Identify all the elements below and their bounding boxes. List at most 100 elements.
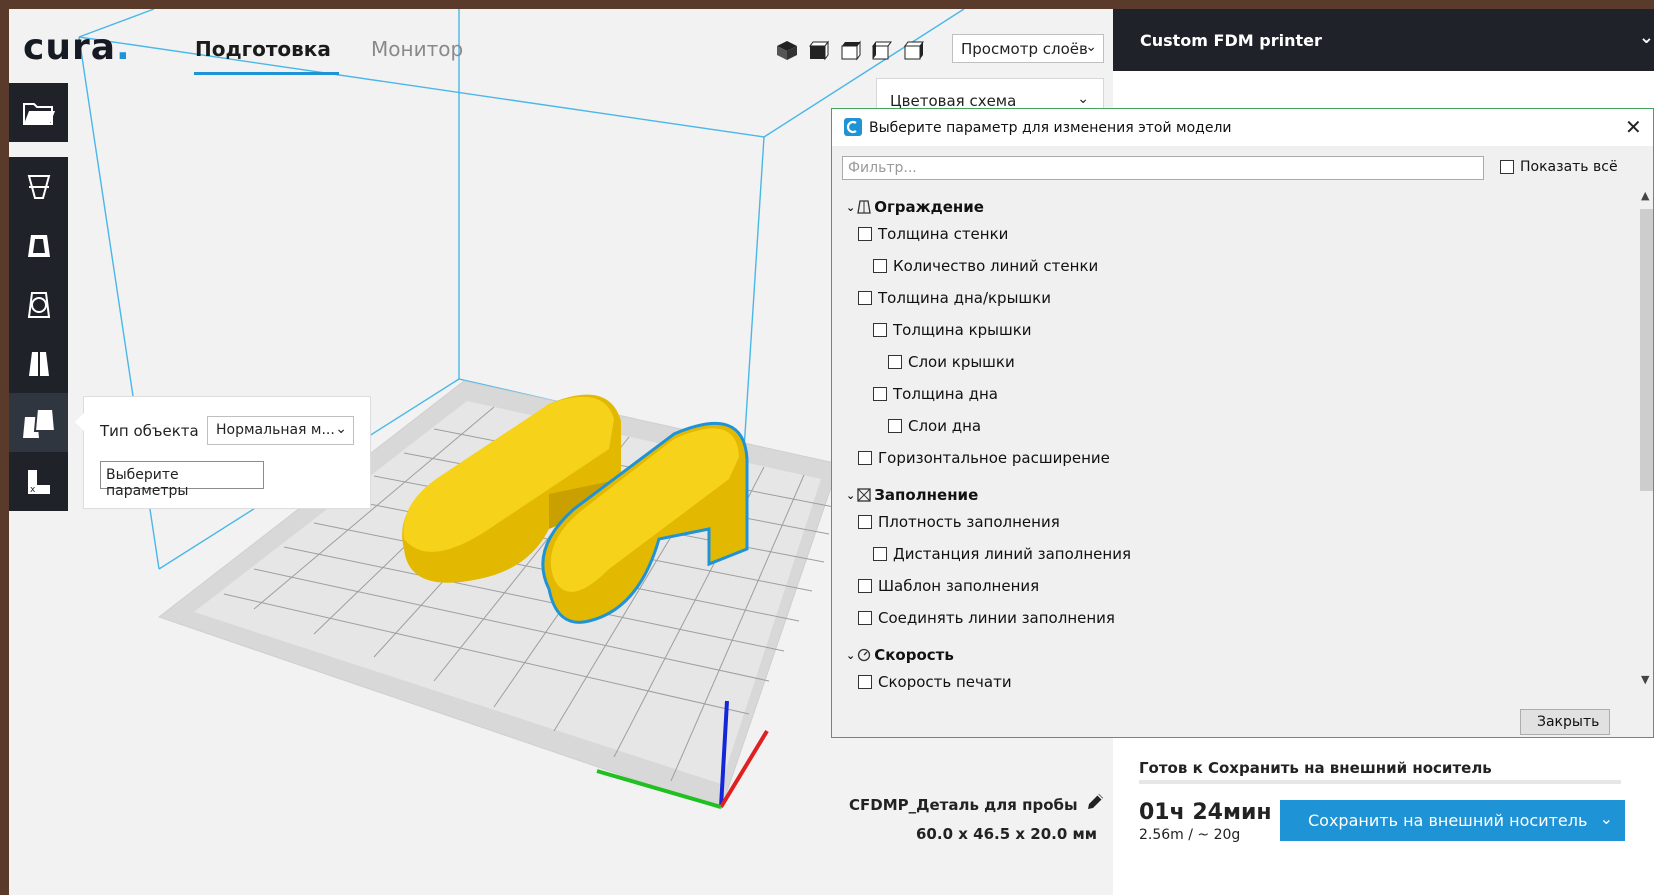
- checkbox[interactable]: [858, 227, 872, 241]
- setting-label: Шаблон заполнения: [878, 577, 1040, 595]
- support-blocker-button[interactable]: x: [9, 452, 68, 511]
- scale-tool-button[interactable]: [9, 216, 68, 275]
- setting-connect-infill-lines[interactable]: Соединять линии заполнения: [858, 607, 1115, 629]
- setting-label: Слои крышки: [908, 353, 1015, 371]
- setting-infill-pattern[interactable]: Шаблон заполнения: [858, 575, 1039, 597]
- checkbox[interactable]: [873, 387, 887, 401]
- rotate-tool-button[interactable]: [9, 275, 68, 334]
- tab-prepare[interactable]: Подготовка: [195, 37, 331, 61]
- setting-label: Плотность заполнения: [878, 513, 1060, 531]
- material-usage: 2.56m / ~ 20g: [1139, 827, 1241, 843]
- setting-horizontal-expansion[interactable]: Горизонтальное расширение: [858, 447, 1110, 469]
- scroll-thumb[interactable]: [1640, 209, 1653, 491]
- filter-input[interactable]: Фильтр...: [842, 156, 1484, 180]
- print-time: 01ч 24мин: [1139, 800, 1272, 825]
- shell-icon: [857, 200, 871, 214]
- checkbox[interactable]: [858, 611, 872, 625]
- object-type-label: Тип объекта: [100, 422, 199, 440]
- setting-wall-line-count[interactable]: Количество линий стенки: [873, 255, 1098, 277]
- chevron-down-icon: ⌄: [1638, 27, 1654, 48]
- view-mode-dropdown[interactable]: Просмотр слоёв ⌄: [952, 34, 1104, 63]
- chevron-down-icon: ⌄: [846, 200, 856, 214]
- checkbox[interactable]: [858, 515, 872, 529]
- setting-infill-density[interactable]: Плотность заполнения: [858, 511, 1060, 533]
- setting-label: Слои дна: [908, 417, 982, 435]
- checkbox[interactable]: [858, 675, 872, 689]
- setting-wall-thickness[interactable]: Толщина стенки: [858, 223, 1008, 245]
- per-model-settings-icon: [22, 407, 56, 438]
- rotate-tool-icon: [27, 291, 50, 318]
- open-file-button[interactable]: [9, 83, 68, 142]
- model-dimensions: 60.0 x 46.5 x 20.0 мм: [916, 825, 1098, 843]
- checkbox[interactable]: [858, 451, 872, 465]
- view-top-icon[interactable]: [839, 39, 863, 61]
- checkbox[interactable]: [888, 355, 902, 369]
- dialog-scrollbar[interactable]: ▲ ▼: [1638, 189, 1653, 687]
- setting-label: Количество линий стенки: [893, 257, 1099, 275]
- tab-underline: [194, 72, 339, 75]
- setting-label: Толщина дна/крышки: [878, 289, 1051, 307]
- setting-top-bottom-thickness[interactable]: Толщина дна/крышки: [858, 287, 1051, 309]
- setting-bottom-layers[interactable]: Слои дна: [888, 415, 981, 437]
- setting-label: Толщина стенки: [878, 225, 1009, 243]
- setting-print-speed[interactable]: Скорость печати: [858, 671, 1012, 693]
- printer-selector[interactable]: Custom FDM printer ⌄: [1113, 9, 1654, 71]
- setting-top-thickness[interactable]: Толщина крышки: [873, 319, 1032, 341]
- setting-label: Толщина крышки: [893, 321, 1032, 339]
- section-infill[interactable]: ⌄ Заполнение: [846, 484, 978, 506]
- checkbox[interactable]: [873, 259, 887, 273]
- close-icon[interactable]: ✕: [1625, 115, 1642, 139]
- view-left-icon[interactable]: [870, 39, 894, 61]
- move-tool-icon: [27, 174, 50, 199]
- show-all-label: Показать всё: [1520, 159, 1618, 175]
- progress-track: [1139, 780, 1621, 784]
- section-shell[interactable]: ⌄ Ограждение: [846, 196, 984, 218]
- svg-text:x: x: [30, 485, 36, 495]
- section-label: Скорость: [874, 646, 954, 664]
- mirror-tool-icon: [28, 351, 49, 376]
- edit-pencil-icon[interactable]: [1085, 792, 1105, 812]
- chevron-down-icon: ⌄: [1077, 91, 1089, 107]
- cura-window: cura. Подготовка Монитор Просмотр слоёв …: [9, 9, 1654, 895]
- chevron-down-icon: ⌄: [846, 648, 856, 662]
- tab-monitor[interactable]: Монитор: [371, 37, 463, 61]
- open-file-icon: [22, 102, 55, 125]
- job-name[interactable]: CFDMP_Деталь для пробы: [849, 796, 1078, 814]
- setting-label: Скорость печати: [878, 673, 1012, 691]
- mirror-tool-button[interactable]: [9, 334, 68, 393]
- view-right-icon[interactable]: [902, 39, 926, 61]
- setting-bottom-thickness[interactable]: Толщина дна: [873, 383, 998, 405]
- show-all-checkbox-box[interactable]: [1500, 160, 1514, 174]
- checkbox[interactable]: [858, 291, 872, 305]
- dialog-title: Выберите параметр для изменения этой мод…: [869, 120, 1232, 136]
- chevron-down-icon[interactable]: ▼: [1641, 673, 1649, 686]
- setting-label: Соединять линии заполнения: [878, 609, 1115, 627]
- move-tool-button[interactable]: [9, 157, 68, 216]
- setting-label: Горизонтальное расширение: [878, 449, 1110, 467]
- checkbox[interactable]: [873, 547, 887, 561]
- popup-arrow: [75, 413, 84, 431]
- setting-picker-dialog: Выберите параметр для изменения этой мод…: [831, 108, 1654, 738]
- dialog-titlebar: Выберите параметр для изменения этой мод…: [832, 109, 1653, 146]
- save-to-removable-button[interactable]: Сохранить на внешний носитель ⌄: [1280, 800, 1625, 841]
- object-type-value: Нормальная м...: [216, 422, 335, 438]
- chevron-up-icon[interactable]: ▲: [1641, 189, 1649, 202]
- checkbox[interactable]: [873, 323, 887, 337]
- setting-infill-line-distance[interactable]: Дистанция линий заполнения: [873, 543, 1131, 565]
- per-model-settings-button[interactable]: [9, 393, 68, 452]
- view-3d-icon[interactable]: [775, 39, 799, 61]
- section-label: Ограждение: [874, 198, 984, 216]
- section-speed[interactable]: ⌄ Скорость: [846, 644, 954, 666]
- select-settings-button[interactable]: Выберите параметры: [100, 461, 264, 499]
- speed-icon: [858, 648, 871, 662]
- checkbox[interactable]: [888, 419, 902, 433]
- checkbox[interactable]: [858, 579, 872, 593]
- chevron-down-icon: ⌄: [1085, 39, 1097, 55]
- object-type-dropdown[interactable]: Нормальная м... ⌄: [207, 416, 354, 445]
- dialog-close-button[interactable]: Закрыть: [1520, 709, 1610, 735]
- show-all-checkbox[interactable]: Показать всё: [1500, 159, 1618, 175]
- chevron-down-icon[interactable]: ⌄: [1600, 809, 1613, 828]
- view-front-icon[interactable]: [807, 39, 831, 61]
- infill-icon: [857, 488, 871, 502]
- setting-top-layers[interactable]: Слои крышки: [888, 351, 1015, 373]
